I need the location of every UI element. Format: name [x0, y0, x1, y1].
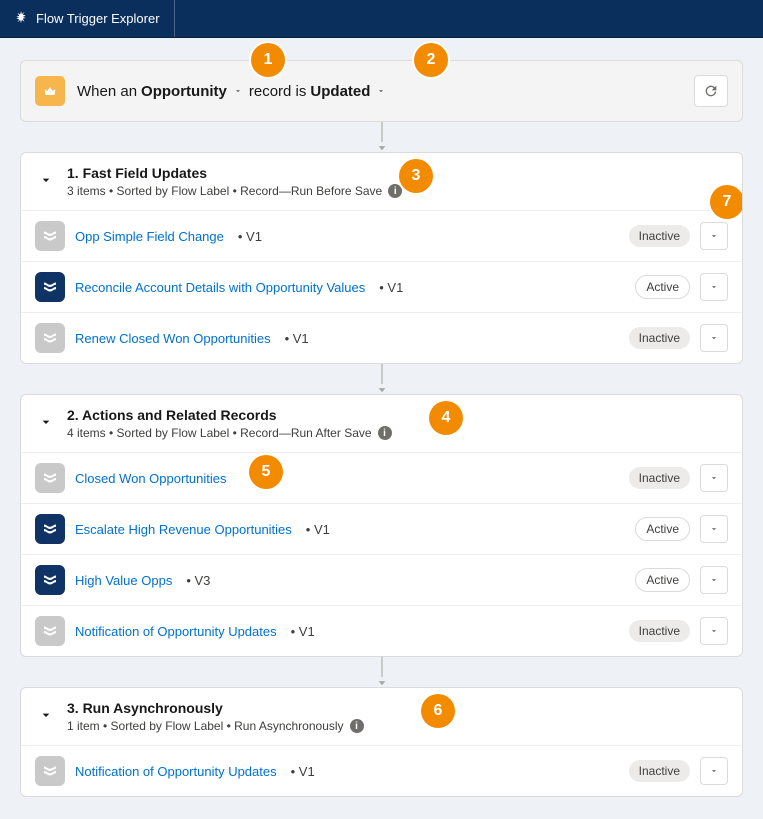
flow-version: • V1	[238, 229, 262, 244]
info-icon[interactable]: i	[388, 184, 402, 198]
row-menu-button[interactable]	[700, 757, 728, 785]
crown-icon	[35, 76, 65, 106]
collapse-toggle[interactable]	[35, 169, 57, 191]
flow-link[interactable]: Closed Won Opportunities	[75, 471, 227, 486]
callout-3: 3	[399, 159, 433, 193]
trigger-action: Updated	[310, 83, 370, 100]
object-dropdown[interactable]	[231, 86, 245, 96]
flow-icon	[35, 616, 65, 646]
trigger-middle: record is	[249, 83, 307, 100]
flow-icon	[35, 463, 65, 493]
collapse-toggle[interactable]	[35, 411, 57, 433]
main-content: When an Opportunity record is Updated 1 …	[0, 38, 763, 819]
flow-icon	[35, 565, 65, 595]
flow-link[interactable]: Notification of Opportunity Updates	[75, 624, 277, 639]
status-badge: Active	[635, 568, 690, 592]
callout-1: 1	[251, 43, 285, 77]
flow-row: Notification of Opportunity Updates • V1 I…	[21, 745, 742, 796]
callout-4: 4	[429, 401, 463, 435]
trigger-header: When an Opportunity record is Updated 1 …	[20, 60, 743, 122]
flow-version: • V1	[291, 624, 315, 639]
trigger-prefix: When an	[77, 83, 137, 100]
section-header: 3. Run Asynchronously 1 item • Sorted by…	[21, 688, 742, 745]
callout-6: 6	[421, 694, 455, 728]
section-run-async: 3. Run Asynchronously 1 item • Sorted by…	[20, 687, 743, 797]
callout-2: 2	[414, 43, 448, 77]
action-dropdown[interactable]	[374, 86, 388, 96]
flow-version: • V1	[306, 522, 330, 537]
trigger-text: When an Opportunity record is Updated	[77, 83, 388, 100]
flow-version: • V1	[285, 331, 309, 346]
trigger-object: Opportunity	[141, 83, 227, 100]
flow-icon	[35, 272, 65, 302]
section-title: 1. Fast Field Updates	[67, 165, 726, 181]
flow-link[interactable]: High Value Opps	[75, 573, 172, 588]
flow-version: • V1	[379, 280, 403, 295]
status-badge: Inactive	[629, 225, 690, 247]
row-menu-button[interactable]	[700, 515, 728, 543]
flow-link[interactable]: Escalate High Revenue Opportunities	[75, 522, 292, 537]
flow-icon	[35, 756, 65, 786]
connector	[20, 657, 743, 687]
row-menu-button[interactable]	[700, 566, 728, 594]
callout-7: 7	[710, 185, 743, 219]
flow-row: Escalate High Revenue Opportunities • V1 A…	[21, 503, 742, 554]
status-badge: Inactive	[629, 760, 690, 782]
flow-link[interactable]: Renew Closed Won Opportunities	[75, 331, 271, 346]
section-rows: Opp Simple Field Change • V1 Inactive Recon…	[21, 210, 742, 363]
flow-link[interactable]: Opp Simple Field Change	[75, 229, 224, 244]
flow-version: • V3	[186, 573, 210, 588]
section-subtitle: 4 items • Sorted by Flow Label • Record—…	[67, 426, 726, 440]
collapse-toggle[interactable]	[35, 704, 57, 726]
flow-version: • V1	[291, 764, 315, 779]
row-menu-button[interactable]	[700, 273, 728, 301]
section-subtitle: 3 items • Sorted by Flow Label • Record—…	[67, 184, 726, 198]
app-title: Flow Trigger Explorer	[36, 11, 160, 26]
flow-row: High Value Opps • V3 Active	[21, 554, 742, 605]
status-badge: Inactive	[629, 327, 690, 349]
section-actions-related: 2. Actions and Related Records 4 items •…	[20, 394, 743, 657]
section-rows: Notification of Opportunity Updates • V1 I…	[21, 745, 742, 796]
section-rows: Closed Won Opportunities Inactive Escalate…	[21, 452, 742, 656]
status-badge: Inactive	[629, 620, 690, 642]
flow-icon	[35, 514, 65, 544]
section-title: 2. Actions and Related Records	[67, 407, 726, 423]
flow-row: Reconcile Account Details with Opportuni…	[21, 261, 742, 312]
section-subtitle: 1 item • Sorted by Flow Label • Run Asyn…	[67, 719, 726, 733]
top-bar: Flow Trigger Explorer	[0, 0, 763, 38]
flow-row: Renew Closed Won Opportunities • V1 Inacti…	[21, 312, 742, 363]
refresh-button[interactable]	[694, 75, 728, 107]
section-fast-field-updates: 1. Fast Field Updates 3 items • Sorted b…	[20, 152, 743, 364]
info-icon[interactable]: i	[378, 426, 392, 440]
connector	[20, 364, 743, 394]
flow-link[interactable]: Notification of Opportunity Updates	[75, 764, 277, 779]
callout-5: 5	[249, 455, 283, 489]
row-menu-button[interactable]	[700, 222, 728, 250]
row-menu-button[interactable]	[700, 617, 728, 645]
section-title: 3. Run Asynchronously	[67, 700, 726, 716]
flow-link[interactable]: Reconcile Account Details with Opportuni…	[75, 280, 365, 295]
flow-row: Notification of Opportunity Updates • V1 I…	[21, 605, 742, 656]
section-header: 2. Actions and Related Records 4 items •…	[21, 395, 742, 452]
connector	[20, 122, 743, 152]
status-badge: Inactive	[629, 467, 690, 489]
spark-icon	[14, 10, 28, 27]
info-icon[interactable]: i	[350, 719, 364, 733]
app-tab[interactable]: Flow Trigger Explorer	[0, 0, 175, 37]
flow-row: Closed Won Opportunities Inactive	[21, 452, 742, 503]
status-badge: Active	[635, 275, 690, 299]
flow-icon	[35, 221, 65, 251]
section-header: 1. Fast Field Updates 3 items • Sorted b…	[21, 153, 742, 210]
row-menu-button[interactable]	[700, 324, 728, 352]
flow-row: Opp Simple Field Change • V1 Inactive	[21, 210, 742, 261]
flow-icon	[35, 323, 65, 353]
row-menu-button[interactable]	[700, 464, 728, 492]
status-badge: Active	[635, 517, 690, 541]
